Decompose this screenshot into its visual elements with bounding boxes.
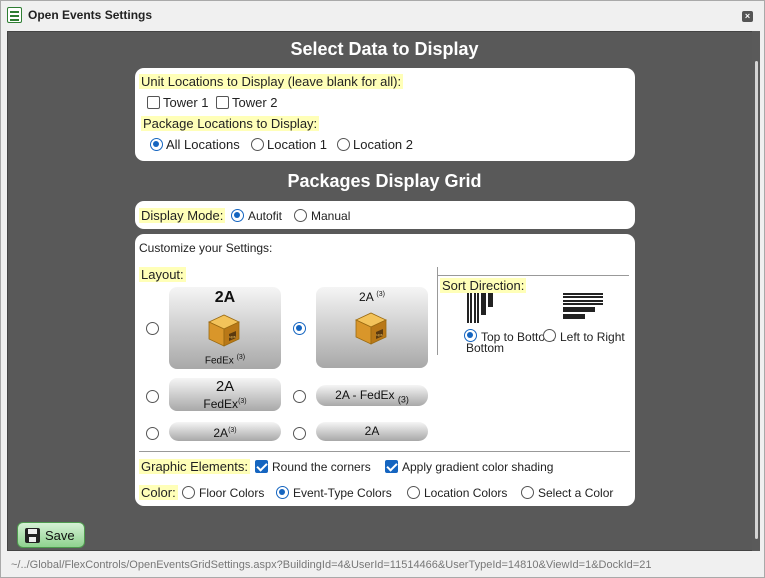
- tile-text-row: 2A - FedEx (3): [316, 385, 428, 409]
- color-label: Color:: [139, 485, 178, 500]
- svg-text:ups: ups: [376, 332, 382, 337]
- radio-location-1[interactable]: [251, 138, 264, 151]
- radio-autofit[interactable]: [231, 209, 244, 222]
- checkbox-tower-1[interactable]: [147, 96, 160, 109]
- package-box-icon: ups: [355, 312, 387, 345]
- tile-carrier: FedEx: [203, 397, 239, 411]
- floor-colors-label: Floor Colors: [199, 486, 265, 500]
- tile-unit-row: 2A (3): [316, 290, 428, 304]
- package-locations-label: Package Locations to Display:: [141, 116, 320, 131]
- radio-floor-colors[interactable]: [182, 486, 195, 499]
- checkbox-round-corners[interactable]: [255, 460, 268, 473]
- scrollbar-thumb[interactable]: [755, 61, 758, 539]
- radio-all-locations[interactable]: [150, 138, 163, 151]
- radio-location-colors[interactable]: [407, 486, 420, 499]
- all-locations-label: All Locations: [166, 137, 240, 152]
- radio-layout-small-plain[interactable]: [293, 427, 306, 440]
- title-bar: Open Events Settings ×: [1, 1, 764, 29]
- customize-panel: Customize your Settings: Layout: 2A ups …: [135, 234, 635, 506]
- layout-label: Layout:: [139, 267, 186, 282]
- layout-tile-mid-fedex[interactable]: 2A FedEx(3): [169, 378, 281, 411]
- radio-sort-left-to-right[interactable]: [543, 329, 556, 342]
- layout-tile-big-plain[interactable]: 2A (3) ups: [316, 287, 428, 368]
- graphic-divider: [139, 451, 630, 452]
- tile-unit: 2A: [364, 424, 380, 438]
- sort-top-to-bottom-icon: [467, 293, 493, 323]
- tile-count: (3): [376, 291, 385, 298]
- radio-layout-big-fedex[interactable]: [146, 322, 159, 335]
- radio-manual[interactable]: [294, 209, 307, 222]
- settings-panel: Select Data to Display Unit Locations to…: [7, 31, 760, 551]
- vertical-scrollbar[interactable]: [752, 31, 760, 551]
- checkbox-tower-2[interactable]: [216, 96, 229, 109]
- location-1-label: Location 1: [267, 137, 327, 152]
- bottom-label: Bottom: [466, 341, 505, 355]
- radio-layout-big-plain[interactable]: [293, 322, 306, 335]
- event-type-colors-label: Event-Type Colors: [293, 486, 392, 500]
- radio-layout-line-fedex[interactable]: [293, 390, 306, 403]
- graphic-elements-label: Graphic Elements:: [139, 459, 250, 474]
- tile-carrier-row: FedEx(3): [169, 395, 281, 411]
- sort-top-rule: [438, 275, 629, 276]
- save-button[interactable]: Save: [17, 522, 85, 548]
- radio-location-2[interactable]: [337, 138, 350, 151]
- radio-event-type-colors[interactable]: [276, 486, 289, 499]
- display-mode-label: Display Mode:: [139, 208, 226, 223]
- manual-label: Manual: [311, 209, 351, 223]
- tile-unit: 2A: [213, 426, 229, 440]
- unit-locations-label: Unit Locations to Display (leave blank f…: [139, 74, 404, 89]
- tower-2-label: Tower 2: [232, 95, 278, 110]
- radio-layout-small-count[interactable]: [146, 427, 159, 440]
- layout-tile-small-plain[interactable]: 2A: [316, 422, 428, 441]
- location-2-label: Location 2: [353, 137, 413, 152]
- round-corners-label: Round the corners: [272, 460, 371, 474]
- gradient-shading-label: Apply gradient color shading: [402, 460, 554, 474]
- tile-carrier: FedEx: [204, 355, 234, 367]
- save-disk-icon: [25, 528, 40, 543]
- svg-text:ups: ups: [229, 334, 235, 339]
- close-icon[interactable]: ×: [742, 11, 753, 22]
- sort-left-to-right-icon: [563, 293, 603, 319]
- layout-tile-small-count[interactable]: 2A(3): [169, 422, 281, 441]
- radio-select-a-color[interactable]: [521, 486, 534, 499]
- dialog-window: Open Events Settings × Select Data to Di…: [0, 0, 765, 578]
- section-title-packages-grid: Packages Display Grid: [287, 171, 482, 191]
- display-mode-panel: Display Mode: Autofit Manual: [135, 201, 635, 229]
- sort-direction-label: Sort Direction:: [440, 278, 527, 293]
- checkbox-gradient-shading[interactable]: [385, 460, 398, 473]
- location-colors-label: Location Colors: [424, 486, 508, 500]
- tile-text: 2A - FedEx: [335, 388, 395, 402]
- layout-tile-line-fedex[interactable]: 2A - FedEx (3): [316, 385, 428, 406]
- select-a-color-label: Select a Color: [538, 486, 614, 500]
- left-to-right-label: Left to Right: [560, 330, 625, 344]
- save-label: Save: [45, 528, 75, 543]
- radio-layout-mid-fedex[interactable]: [146, 390, 159, 403]
- package-box-icon: ups: [208, 314, 240, 347]
- tile-unit: 2A: [215, 378, 235, 395]
- sort-divider: [437, 267, 438, 355]
- tile-unit: 2A: [214, 289, 236, 306]
- tile-unit-row: 2A(3): [169, 422, 281, 442]
- layout-tile-big-fedex[interactable]: 2A ups FedEx (3): [169, 287, 281, 369]
- tile-count: (3): [238, 398, 247, 405]
- tile-carrier-row: FedEx (3): [169, 354, 281, 366]
- status-bar-url: ~/../Global/FlexControls/OpenEventsGridS…: [11, 559, 652, 571]
- customize-label: Customize your Settings:: [139, 241, 273, 255]
- section-title-select-data: Select Data to Display: [290, 39, 479, 59]
- tile-count: (3): [397, 394, 409, 405]
- tile-count: (3): [228, 427, 237, 434]
- window-title: Open Events Settings: [28, 8, 153, 22]
- tower-1-label: Tower 1: [163, 95, 209, 110]
- tile-count: (3): [236, 354, 246, 361]
- app-icon: [7, 7, 22, 23]
- data-selection-panel: Unit Locations to Display (leave blank f…: [135, 68, 635, 161]
- tile-unit: 2A: [359, 290, 374, 304]
- autofit-label: Autofit: [248, 209, 283, 223]
